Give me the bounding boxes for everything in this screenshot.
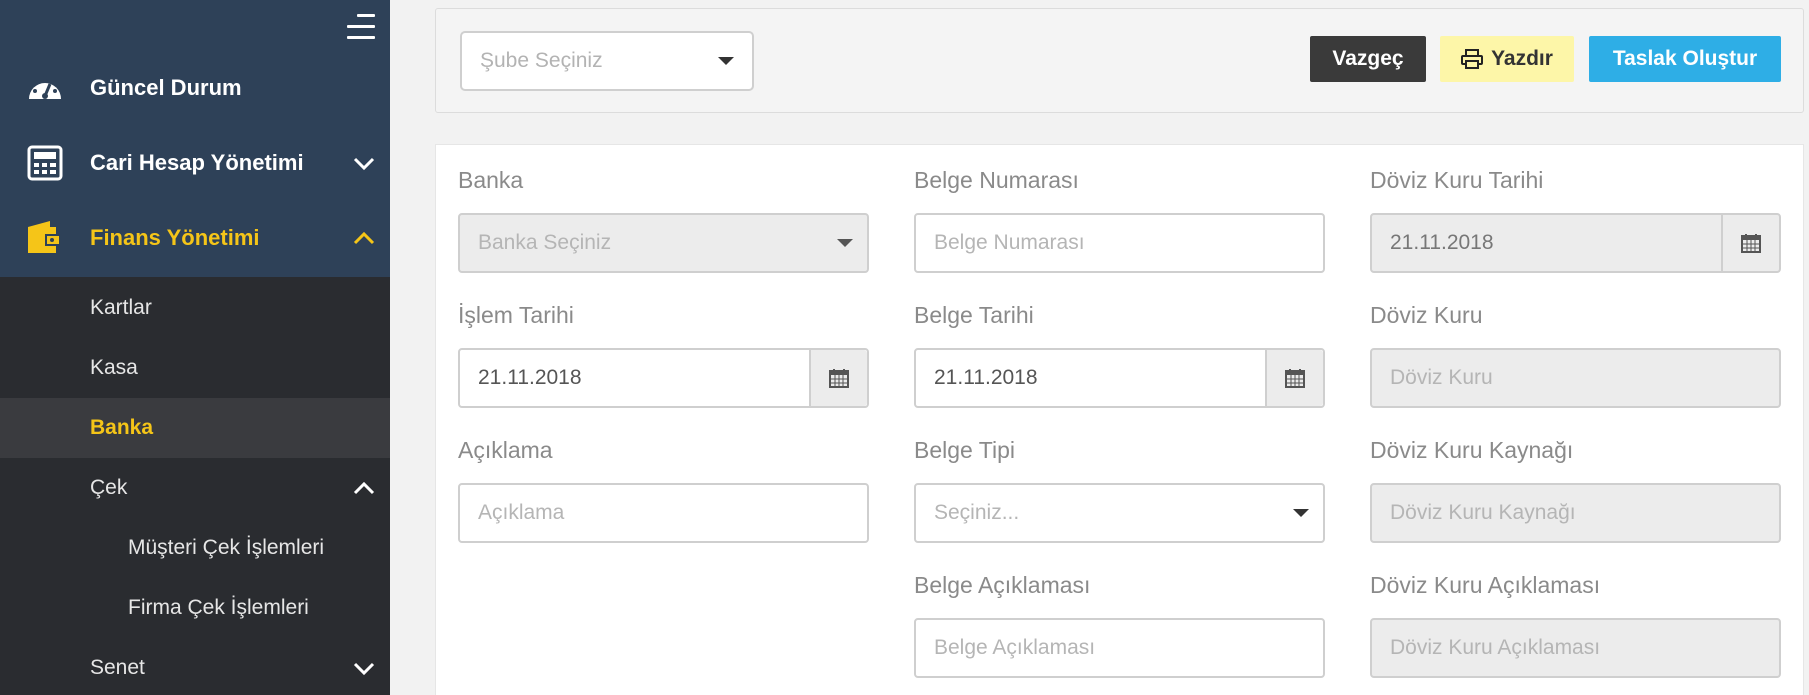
create-draft-button-label: Taslak Oluştur (1612, 47, 1758, 70)
fx-source-input[interactable]: Döviz Kuru Kaynağı (1370, 483, 1781, 543)
transaction-date-value: 21.11.2018 (478, 366, 582, 389)
menu-item-cari-hesap[interactable]: Cari Hesap Yönetimi (0, 125, 390, 200)
calculator-icon (27, 145, 63, 180)
submenu-item-kartlar[interactable]: Kartlar (0, 278, 390, 338)
document-date-value: 21.11.2018 (934, 366, 1038, 389)
document-number-label: Belge Numarası (914, 167, 1079, 193)
fx-rate-label: Döviz Kuru (1370, 302, 1483, 328)
document-description-label: Belge Açıklaması (914, 572, 1091, 598)
chevron-down-icon[interactable] (352, 656, 376, 680)
menu-item-label: Finans Yönetimi (90, 224, 260, 250)
document-number-placeholder: Belge Numarası (934, 231, 1085, 254)
print-button-label: Yazdır (1491, 47, 1553, 70)
print-button[interactable]: Yazdır (1440, 36, 1574, 82)
cancel-button[interactable]: Vazgeç (1310, 36, 1426, 82)
fx-date-input[interactable]: 21.11.2018 (1370, 213, 1781, 273)
fx-date-value: 21.11.2018 (1390, 231, 1494, 254)
fx-rate-placeholder: Döviz Kuru (1390, 366, 1493, 389)
form-panel: Banka Banka Seçiniz İşlem Tarihi 21.11.2… (435, 144, 1804, 695)
submenu-item-senet[interactable]: Senet (0, 638, 390, 695)
document-type-label: Belge Tipi (914, 437, 1016, 463)
submenu-item-banka[interactable]: Banka (0, 398, 390, 458)
document-number-input[interactable]: Belge Numarası (914, 213, 1325, 273)
calendar-button[interactable] (809, 350, 867, 406)
submenu-item-label: Banka (90, 416, 154, 439)
menu-item-finans-yonetimi[interactable]: Finans Yönetimi (0, 200, 390, 275)
submenu-item-kasa[interactable]: Kasa (0, 338, 390, 398)
wallet-icon (28, 220, 61, 253)
document-description-input[interactable]: Belge Açıklaması (914, 618, 1325, 678)
document-type-select[interactable]: Seçiniz... (914, 483, 1325, 543)
fx-source-placeholder: Döviz Kuru Kaynağı (1390, 501, 1576, 524)
caret-down-icon (718, 57, 734, 65)
calendar-button[interactable] (1265, 350, 1323, 406)
fx-rate-input[interactable]: Döviz Kuru (1370, 348, 1781, 408)
calendar-icon (1741, 234, 1761, 253)
cancel-button-label: Vazgeç (1332, 47, 1404, 70)
calendar-icon (1285, 369, 1305, 388)
fx-description-input[interactable]: Döviz Kuru Açıklaması (1370, 618, 1781, 678)
chevron-down-icon[interactable] (352, 151, 376, 175)
caret-down-icon (837, 239, 853, 247)
transaction-date-input[interactable]: 21.11.2018 (458, 348, 869, 408)
calendar-button[interactable] (1721, 215, 1779, 271)
hamburger-menu-icon[interactable] (345, 14, 375, 40)
submenu-item-label: Kartlar (90, 296, 152, 319)
submenu-item-label: Çek (90, 476, 128, 499)
bank-select-placeholder: Banka Seçiniz (478, 231, 612, 254)
caret-down-icon (1293, 509, 1309, 517)
submenu-item-label: Senet (90, 656, 145, 679)
document-date-input[interactable]: 21.11.2018 (914, 348, 1325, 408)
description-placeholder: Açıklama (478, 501, 565, 524)
submenu-item-cek[interactable]: Çek (0, 458, 390, 518)
fx-description-placeholder: Döviz Kuru Açıklaması (1390, 636, 1601, 659)
create-draft-button[interactable]: Taslak Oluştur (1589, 36, 1781, 82)
description-label: Açıklama (458, 437, 553, 463)
submenu-item-firma-cek[interactable]: Firma Çek İşlemleri (0, 578, 390, 638)
menu-item-label: Güncel Durum (90, 74, 242, 100)
chevron-up-icon[interactable] (352, 476, 376, 500)
submenu-item-label: Firma Çek İşlemleri (128, 596, 309, 619)
bank-label: Banka (458, 167, 524, 193)
fx-description-label: Döviz Kuru Açıklaması (1370, 572, 1601, 598)
document-description-placeholder: Belge Açıklaması (934, 636, 1096, 659)
printer-icon (1461, 49, 1484, 69)
sidebar: Güncel Durum Cari Hesap Yönetimi Finans … (0, 0, 390, 695)
fx-source-label: Döviz Kuru Kaynağı (1370, 437, 1574, 463)
description-input[interactable]: Açıklama (458, 483, 869, 543)
document-type-placeholder: Seçiniz... (934, 501, 1020, 524)
toolbar: Şube Seçiniz Vazgeç Yazdır Taslak Oluştu… (435, 8, 1804, 113)
submenu-item-label: Kasa (90, 356, 138, 379)
document-date-label: Belge Tarihi (914, 302, 1034, 328)
transaction-date-label: İşlem Tarihi (458, 302, 574, 328)
menu-item-guncel-durum[interactable]: Güncel Durum (0, 50, 390, 125)
calendar-icon (829, 369, 849, 388)
bank-select[interactable]: Banka Seçiniz (458, 213, 869, 273)
dashboard-gauge-icon (29, 75, 61, 99)
branch-select[interactable]: Şube Seçiniz (460, 31, 754, 91)
branch-select-placeholder: Şube Seçiniz (480, 49, 603, 72)
submenu-item-musteri-cek[interactable]: Müşteri Çek İşlemleri (0, 518, 390, 578)
fx-date-label: Döviz Kuru Tarihi (1370, 167, 1544, 193)
chevron-up-icon[interactable] (352, 226, 376, 250)
submenu-item-label: Müşteri Çek İşlemleri (128, 536, 325, 559)
menu-item-label: Cari Hesap Yönetimi (90, 149, 304, 175)
